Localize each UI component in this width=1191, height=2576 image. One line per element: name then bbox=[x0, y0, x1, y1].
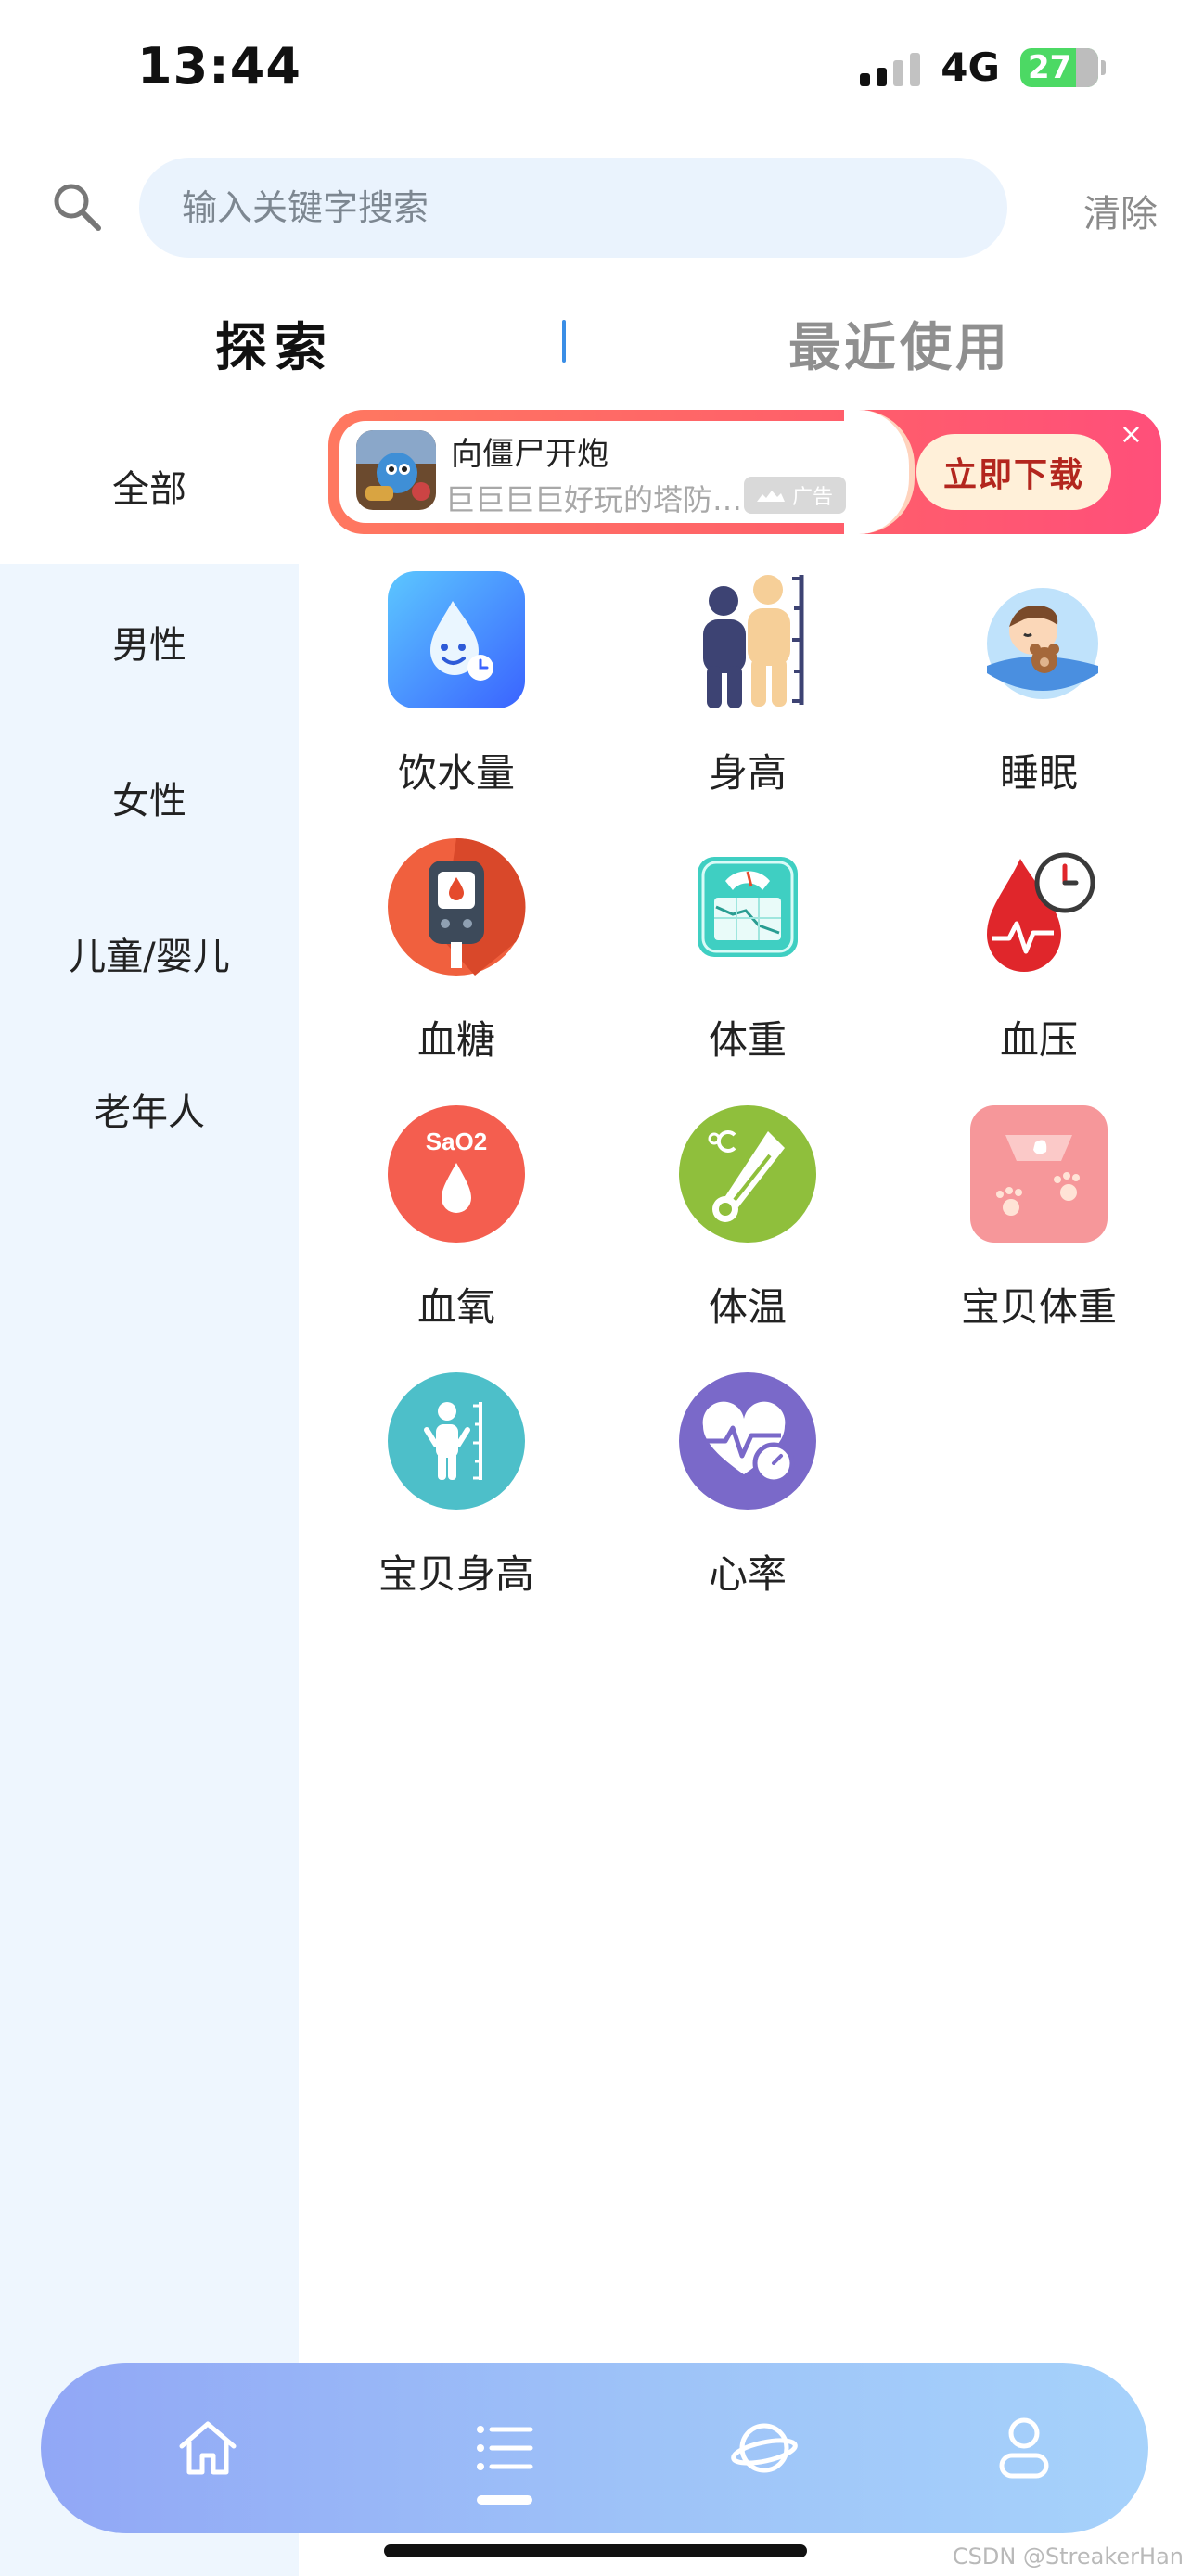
category-sidebar: 全部 男性 女性 儿童/婴儿 老年人 bbox=[0, 408, 299, 2576]
search-field[interactable] bbox=[139, 158, 1007, 258]
grid-item-label: 心率 bbox=[708, 1551, 787, 1597]
grid-item-label: 身高 bbox=[708, 750, 787, 796]
sleep-icon bbox=[987, 588, 1098, 699]
ad-download-button[interactable]: 立即下载 bbox=[916, 434, 1111, 510]
bottom-tab-bar bbox=[41, 2363, 1148, 2533]
ad-banner[interactable]: 向僵尸开炮 巨巨巨巨好玩的塔防… 广告 立即下载 × bbox=[328, 410, 1161, 534]
glucose-meter-icon bbox=[388, 837, 526, 976]
search-icon[interactable] bbox=[48, 178, 104, 234]
sidebar-item-all[interactable]: 全部 bbox=[0, 408, 299, 564]
ad-tag-label: 广告 bbox=[791, 486, 833, 509]
user-icon bbox=[999, 2417, 1049, 2479]
grid-item-temperature[interactable]: 体温 bbox=[627, 1103, 868, 1333]
list-icon bbox=[477, 2426, 533, 2470]
height-icon bbox=[703, 575, 804, 708]
signal-icon bbox=[860, 49, 921, 86]
blood-oxygen-icon: SaO2 bbox=[388, 1105, 525, 1243]
network-type: 4G bbox=[941, 45, 1000, 90]
grid-item-label: 宝贝体重 bbox=[960, 1284, 1117, 1330]
grid-item-label: 体温 bbox=[708, 1284, 787, 1330]
tab-discover[interactable] bbox=[690, 2363, 839, 2533]
battery-icon: 27 bbox=[1020, 47, 1106, 87]
grid-item-label: 睡眠 bbox=[999, 750, 1078, 796]
ad-network-icon bbox=[756, 491, 785, 502]
grid-item-label: 血氧 bbox=[416, 1284, 495, 1330]
grid-item-label: 宝贝身高 bbox=[378, 1551, 534, 1597]
grid-item-label: 体重 bbox=[708, 1017, 787, 1063]
grid-item-water[interactable]: 饮水量 bbox=[336, 569, 577, 798]
grid-item-blood-oxygen[interactable]: SaO2 血氧 bbox=[336, 1103, 577, 1333]
status-time: 13:44 bbox=[137, 37, 301, 96]
sao2-text: SaO2 bbox=[426, 1128, 488, 1155]
blood-pressure-icon bbox=[987, 852, 1095, 972]
grid-item-sleep[interactable]: 睡眠 bbox=[918, 569, 1159, 798]
heart-rate-icon bbox=[679, 1372, 816, 1510]
home-icon bbox=[179, 2421, 237, 2475]
active-tab-indicator bbox=[477, 2495, 532, 2505]
sidebar-item-children[interactable]: 儿童/婴儿 bbox=[0, 875, 299, 1031]
grid-item-height[interactable]: 身高 bbox=[627, 569, 868, 798]
ad-tag: 广告 bbox=[744, 477, 846, 514]
water-drop-icon bbox=[388, 571, 525, 708]
home-indicator bbox=[384, 2544, 807, 2557]
sidebar-item-elderly[interactable]: 老年人 bbox=[0, 1031, 299, 1187]
watermark: CSDN @StreakerHan bbox=[952, 2544, 1184, 2570]
thermometer-icon bbox=[679, 1105, 816, 1243]
baby-height-icon bbox=[388, 1372, 525, 1510]
baby-scale-icon bbox=[970, 1105, 1108, 1243]
tab-explore[interactable]: 探索 bbox=[215, 306, 334, 381]
battery-level: 27 bbox=[1028, 48, 1072, 86]
sidebar-item-female[interactable]: 女性 bbox=[0, 720, 299, 875]
tab-recent[interactable]: 最近使用 bbox=[788, 306, 1011, 381]
grid-item-label: 饮水量 bbox=[397, 750, 515, 796]
grid-item-weight[interactable]: 体重 bbox=[627, 836, 868, 1065]
scale-icon bbox=[698, 857, 798, 957]
search-input[interactable] bbox=[180, 186, 1007, 229]
ad-title: 向僵尸开炮 bbox=[451, 436, 608, 473]
ad-subtitle: 巨巨巨巨好玩的塔防… bbox=[445, 482, 742, 517]
ad-app-icon bbox=[356, 430, 436, 510]
grid-item-glucose[interactable]: 血糖 bbox=[336, 836, 577, 1065]
tab-divider bbox=[562, 320, 566, 363]
grid-item-heart-rate[interactable]: 心率 bbox=[627, 1371, 868, 1600]
grid-item-baby-weight[interactable]: 宝贝体重 bbox=[918, 1103, 1159, 1333]
grid-item-blood-pressure[interactable]: 血压 bbox=[918, 836, 1159, 1065]
tab-profile[interactable] bbox=[950, 2363, 1098, 2533]
status-indicators: 4G 27 bbox=[860, 45, 1106, 90]
planet-icon bbox=[731, 2423, 798, 2473]
grid-item-baby-height[interactable]: 宝贝身高 bbox=[336, 1371, 577, 1600]
clear-button[interactable]: 清除 bbox=[1083, 184, 1158, 237]
tab-home[interactable] bbox=[134, 2363, 282, 2533]
ad-close-icon[interactable]: × bbox=[1120, 421, 1143, 449]
grid-item-label: 血糖 bbox=[416, 1017, 495, 1063]
grid-item-label: 血压 bbox=[999, 1017, 1078, 1063]
sidebar-item-male[interactable]: 男性 bbox=[0, 564, 299, 720]
tab-list[interactable] bbox=[430, 2363, 579, 2533]
